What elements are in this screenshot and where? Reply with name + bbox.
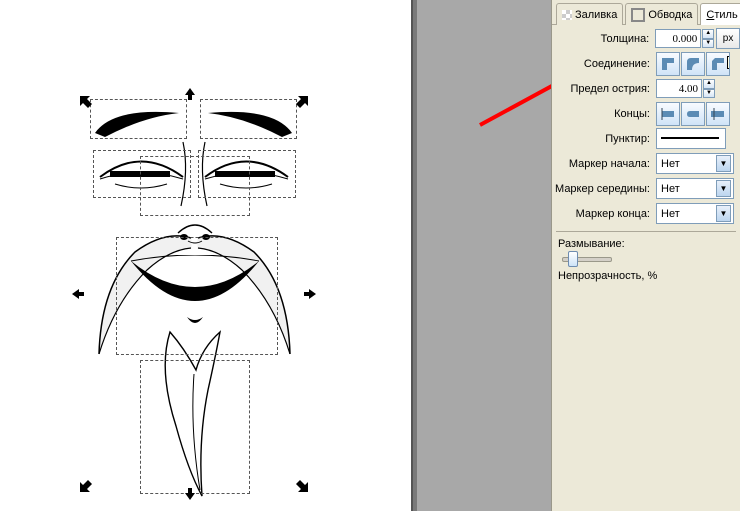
dash-label: Пунктир: xyxy=(552,133,656,145)
tab-fill[interactable]: Заливка xyxy=(556,3,623,25)
join-bevel-button[interactable]: Скругл xyxy=(706,52,730,76)
chevron-down-icon: ▼ xyxy=(716,180,731,197)
selection-box xyxy=(90,99,187,139)
select-value: Нет xyxy=(661,208,680,220)
chevron-down-icon: ▼ xyxy=(716,155,731,172)
caps-label: Концы: xyxy=(552,108,656,120)
width-label: Толщина: xyxy=(552,33,655,45)
page-shadow xyxy=(413,0,417,511)
join-label: Соединение: xyxy=(552,58,656,70)
cap-round-button[interactable] xyxy=(681,102,705,126)
tooltip: Скругл xyxy=(727,56,730,69)
cap-butt-button[interactable] xyxy=(656,102,680,126)
stroke-swatch-icon xyxy=(631,8,645,22)
stroke-panel: Заливка Обводка Стиль обв document.query… xyxy=(551,0,740,511)
dash-pattern-input[interactable] xyxy=(656,128,726,149)
selection-box xyxy=(140,360,250,494)
marker-mid-label: Маркер середины: xyxy=(552,183,656,195)
tab-stroke[interactable]: Обводка xyxy=(625,3,698,25)
spinner[interactable]: ▲▼ xyxy=(703,79,715,98)
spinner[interactable]: ▲▼ xyxy=(702,29,714,48)
select-value: Нет xyxy=(661,183,680,195)
unit-selector[interactable]: px xyxy=(716,28,740,49)
marker-end-label: Маркер конца: xyxy=(552,208,656,220)
cap-square-button[interactable] xyxy=(706,102,730,126)
miter-limit-input[interactable] xyxy=(656,79,702,98)
selection-box xyxy=(116,237,278,355)
page xyxy=(0,0,413,511)
marker-start-label: Маркер начала: xyxy=(552,158,656,170)
tab-label: Заливка xyxy=(575,9,617,21)
marker-mid-select[interactable]: Нет ▼ xyxy=(656,178,734,199)
canvas-area[interactable] xyxy=(0,0,551,511)
blur-label: Размывание: xyxy=(558,238,734,250)
fill-swatch-icon xyxy=(562,10,572,20)
opacity-label: Непрозрачность, % xyxy=(558,270,734,282)
join-round-button[interactable] xyxy=(681,52,705,76)
tab-label: Обводка xyxy=(648,9,692,21)
marker-end-select[interactable]: Нет ▼ xyxy=(656,203,734,224)
tab-label: Стиль обв xyxy=(706,9,740,21)
select-value: Нет xyxy=(661,158,680,170)
tab-stroke-style[interactable]: Стиль обв xyxy=(700,3,740,25)
miter-label: Предел острия: xyxy=(552,83,656,95)
selection-box xyxy=(200,99,297,139)
stroke-width-input[interactable] xyxy=(655,29,701,48)
chevron-down-icon: ▼ xyxy=(716,205,731,222)
blur-slider[interactable] xyxy=(562,250,612,266)
selection-box xyxy=(140,156,250,216)
join-miter-button[interactable] xyxy=(656,52,680,76)
tab-strip: Заливка Обводка Стиль обв xyxy=(552,0,740,25)
marker-start-select[interactable]: Нет ▼ xyxy=(656,153,734,174)
